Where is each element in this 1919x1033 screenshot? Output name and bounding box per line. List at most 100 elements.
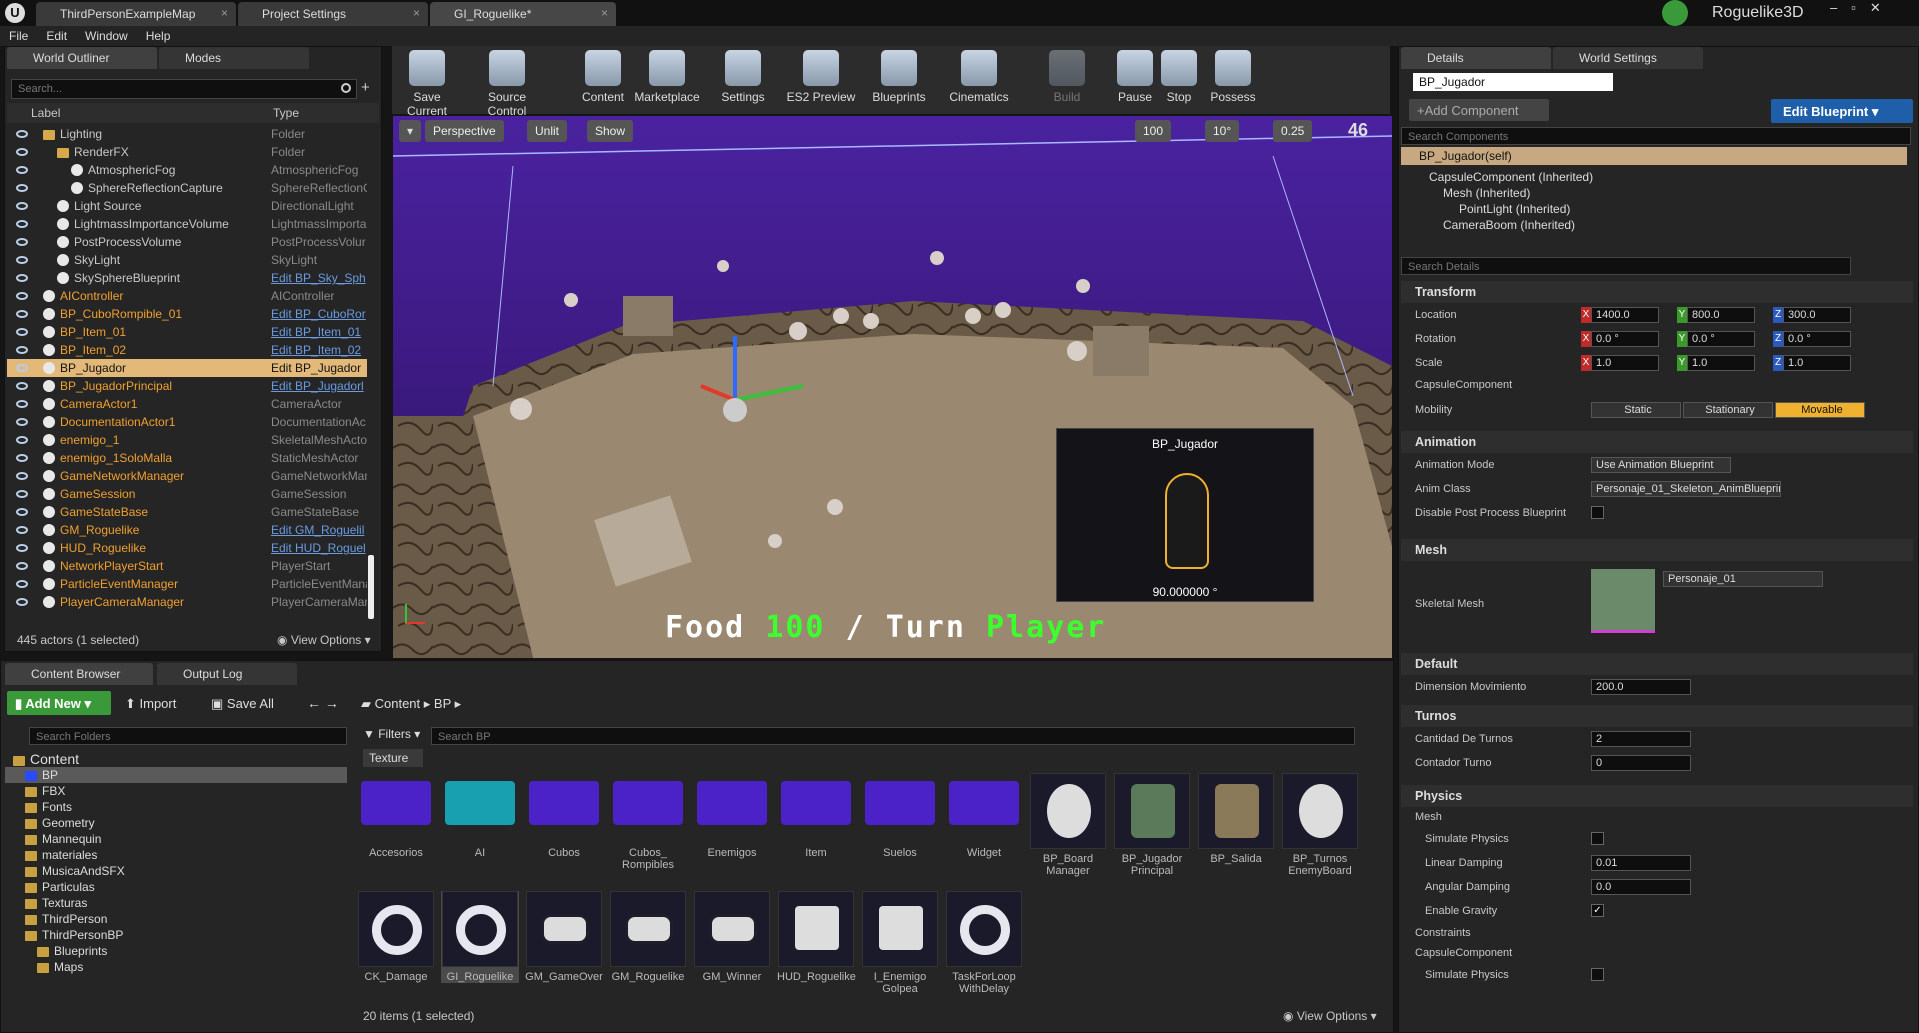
content-view-options[interactable]: ◉ View Options ▾ [1283,1009,1377,1023]
texture-filter-tag[interactable]: Texture [363,749,423,767]
tab-map[interactable]: ThirdPersonExampleMap × [36,2,236,26]
search-details-input[interactable]: Search Details [1401,257,1851,275]
toolbar-button-possess[interactable]: Possess [1198,46,1268,116]
asset-tile[interactable]: GM_GameOver [525,891,603,983]
menu-file[interactable]: File [0,26,37,46]
outliner-row[interactable]: Light Source DirectionalLight [7,197,367,215]
asset-tile[interactable]: BP_Board Manager [1029,773,1107,877]
rotation-x[interactable]: 0.0 ° [1591,331,1659,347]
disable-pp-checkbox[interactable] [1591,506,1604,519]
visibility-eye-icon[interactable] [16,148,28,156]
outliner-row[interactable]: BP_JugadorPrincipal Edit BP_Jugadorl [7,377,367,395]
prop-constraints[interactable]: Constraints [1401,923,1913,943]
edit-blueprint-link[interactable]: Edit BP_Item_01 [271,323,367,341]
folder-tree-item[interactable]: ThirdPersonBP [5,927,347,943]
section-turnos[interactable]: Turnos [1401,705,1913,727]
outliner-row[interactable]: HUD_Roguelike Edit HUD_Roguel [7,539,367,557]
visibility-eye-icon[interactable] [16,274,28,282]
edit-blueprint-link[interactable]: Edit BP_Item_02 [271,341,367,359]
asset-tile[interactable]: CK_Damage [357,891,435,983]
toolbar-button-es2-preview[interactable]: ES2 Preview [786,46,856,116]
visibility-eye-icon[interactable] [16,130,28,138]
subsection-capsule-physics[interactable]: CapsuleComponent [1401,943,1913,963]
location-x[interactable]: 1400.0 [1591,307,1659,323]
visibility-eye-icon[interactable] [16,418,28,426]
camera-preview[interactable]: BP_Jugador 90.000000 ° [1056,428,1314,602]
contador-field[interactable]: 0 [1591,755,1691,771]
component-mesh[interactable]: Mesh (Inherited) [1409,185,1899,201]
asset-tile[interactable]: I_Enemigo Golpea [861,891,939,995]
folder-tree-item[interactable]: MusicaAndSFX [5,863,347,879]
outliner-row[interactable]: Lighting Folder [7,125,367,143]
crumb-bp[interactable]: BP [434,696,451,711]
section-transform[interactable]: Transform [1401,281,1913,303]
asset-tile[interactable]: Suelos [861,773,939,859]
asset-tile[interactable]: Accesorios [357,773,435,859]
location-y[interactable]: 800.0 [1687,307,1755,323]
enable-gravity-checkbox[interactable]: ✓ [1591,904,1604,917]
menu-edit[interactable]: Edit [37,26,76,46]
outliner-row[interactable]: enemigo_1 SkeletalMeshActo [7,431,367,449]
unlit-button[interactable]: Unlit [527,120,568,142]
mobility-movable[interactable]: Movable [1775,402,1865,418]
outliner-row[interactable]: LightmassImportanceVolume LightmassImport… [7,215,367,233]
outliner-row[interactable]: BP_Item_02 Edit BP_Item_02 [7,341,367,359]
visibility-eye-icon[interactable] [16,166,28,174]
mesh-thumbnail[interactable] [1591,569,1655,633]
tab-modes[interactable]: Modes [159,47,309,69]
mobility-static[interactable]: Static [1591,402,1681,418]
crumb-content[interactable]: Content [375,696,421,711]
tab-project-settings[interactable]: Project Settings × [238,2,428,26]
folder-tree-item[interactable]: Mannequin [5,831,347,847]
folder-tree-item[interactable]: Content [5,751,347,767]
outliner-row[interactable]: BP_CuboRompible_01 Edit BP_CuboRor [7,305,367,323]
outliner-row[interactable]: CameraActor1 CameraActor [7,395,367,413]
import-button[interactable]: ⬆ Import [125,696,176,712]
show-button[interactable]: Show [587,120,634,142]
visibility-eye-icon[interactable] [16,364,28,372]
search-folders-input[interactable]: Search Folders [29,727,347,745]
rotation-z[interactable]: 0.0 ° [1783,331,1851,347]
asset-tile[interactable]: Cubos [525,773,603,859]
outliner-row[interactable]: RenderFX Folder [7,143,367,161]
scale-x[interactable]: 1.0 [1591,355,1659,371]
visibility-eye-icon[interactable] [16,544,28,552]
outliner-row[interactable]: enemigo_1SoloMalla StaticMeshActor [7,449,367,467]
scale-y[interactable]: 1.0 [1687,355,1755,371]
save-all-button[interactable]: ▣ Save All [211,696,274,712]
toolbar-button-source-control[interactable]: Source Control [472,46,542,118]
asset-tile[interactable]: HUD_Roguelike [777,891,856,983]
asset-tile[interactable]: Item [777,773,855,859]
outliner-row[interactable]: SphereReflectionCapture SphereReflectionC [7,179,367,197]
simulate-physics-checkbox[interactable] [1591,832,1604,845]
folder-tree-item[interactable]: Particulas [5,879,347,895]
visibility-eye-icon[interactable] [16,184,28,192]
asset-tile[interactable]: Widget [945,773,1023,859]
rotation-y[interactable]: 0.0 ° [1687,331,1755,347]
search-components-input[interactable]: Search Components [1401,127,1911,145]
rotation-snap-value[interactable]: 10° [1205,120,1240,142]
visibility-eye-icon[interactable] [16,508,28,516]
dimension-field[interactable]: 200.0 [1591,679,1691,695]
toolbar-button-build[interactable]: Build [1032,46,1102,116]
asset-tile[interactable]: BP_Salida [1197,773,1275,865]
search-bp-input[interactable]: Search BP [431,727,1355,745]
level-viewport[interactable]: ▾ Perspective Unlit Show 100 10° 0.25 46… [393,116,1392,658]
window-controls[interactable]: ‒▫✕ [1830,0,1895,16]
folder-tree-item[interactable]: BP [5,767,347,783]
component-capsule[interactable]: CapsuleComponent (Inherited) [1409,169,1899,185]
visibility-eye-icon[interactable] [16,400,28,408]
outliner-row[interactable]: ParticleEventManager ParticleEventMana [7,575,367,593]
folder-tree-item[interactable]: Blueprints [5,943,347,959]
section-physics[interactable]: Physics [1401,785,1913,807]
edit-blueprint-link[interactable]: Edit HUD_Roguel [271,539,367,557]
col-label[interactable]: Label [31,106,60,120]
visibility-eye-icon[interactable] [16,202,28,210]
close-icon[interactable]: × [221,6,228,20]
asset-tile[interactable]: AI [441,773,519,859]
outliner-search-input[interactable]: Search... [11,79,357,99]
tab-details[interactable]: Details [1401,47,1551,69]
toolbar-button-settings[interactable]: Settings [708,46,778,116]
toolbar-button-content[interactable]: Content [568,46,638,116]
asset-tile[interactable]: Enemigos [693,773,771,859]
